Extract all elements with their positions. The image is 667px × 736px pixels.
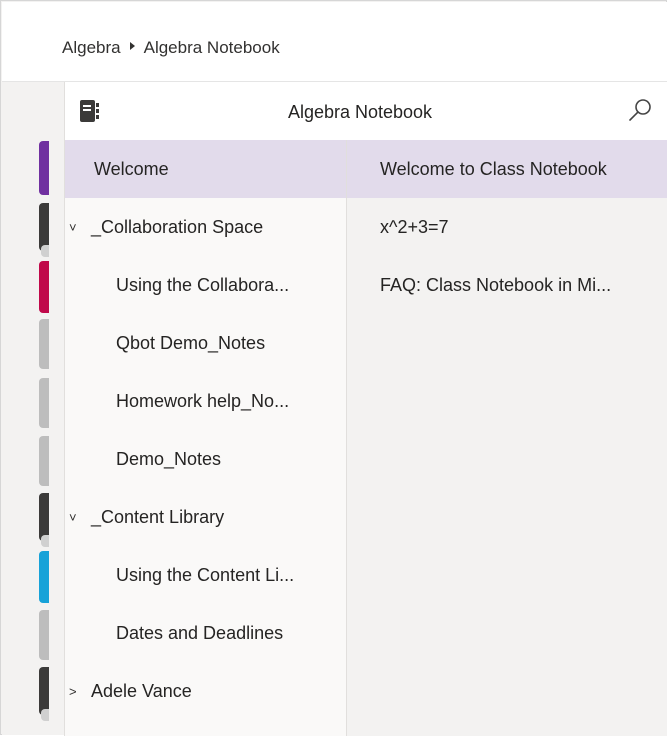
section-list: Welcome ˅ _Collaboration Space Using the…	[65, 140, 347, 736]
chevron-down-icon[interactable]: ˅	[69, 510, 83, 525]
page-item-welcome-to-class-notebook[interactable]: Welcome to Class Notebook	[347, 140, 667, 198]
using-content-library-tab	[39, 551, 49, 603]
breadcrumb-separator-icon	[129, 42, 135, 50]
section-item-demo-notes[interactable]: Demo_Notes	[65, 430, 346, 488]
collaboration-group-tab	[39, 203, 49, 251]
section-item-homework-help[interactable]: Homework help_No...	[65, 372, 346, 430]
page-list: Welcome to Class Notebook x^2+3=7 FAQ: C…	[347, 140, 667, 736]
section-group-content-library[interactable]: ˅ _Content Library	[65, 488, 346, 546]
section-label: Homework help_No...	[116, 390, 290, 411]
collaboration-group-tab-shadow	[41, 245, 49, 257]
section-group-label: _Content Library	[91, 506, 225, 527]
adele-vance-group-tab-shadow	[41, 709, 49, 721]
section-label: Welcome	[94, 158, 169, 179]
section-group-label: _Collaboration Space	[91, 216, 264, 237]
section-group-adele-vance[interactable]: > Adele Vance	[65, 662, 346, 720]
section-item-dates-and-deadlines[interactable]: Dates and Deadlines	[65, 604, 346, 662]
section-label: Qbot Demo_Notes	[116, 332, 266, 353]
section-label: Using the Collabora...	[116, 274, 290, 295]
page-item-equation[interactable]: x^2+3=7	[347, 198, 667, 256]
notebook-header: Algebra Notebook	[65, 82, 667, 140]
homework-help-tab	[39, 378, 49, 428]
content-library-group-tab	[39, 493, 49, 541]
notebook-title: Algebra Notebook	[287, 102, 433, 122]
chevron-down-icon[interactable]: ˅	[69, 220, 83, 235]
page-item-faq[interactable]: FAQ: Class Notebook in Mi...	[347, 256, 667, 314]
section-item-welcome[interactable]: Welcome	[65, 140, 346, 198]
notebook-panel: Algebra Notebook Welcome ˅ _Collaboratio…	[64, 82, 667, 736]
section-label: Dates and Deadlines	[116, 622, 284, 643]
section-label: Using the Content Li...	[116, 564, 295, 585]
qbot-demo-tab	[39, 319, 49, 369]
content-library-group-tab-shadow	[41, 535, 49, 547]
using-collaboration-tab	[39, 261, 49, 313]
page-label: FAQ: Class Notebook in Mi...	[380, 274, 612, 295]
page-label: Welcome to Class Notebook	[380, 158, 607, 179]
section-item-using-collaboration[interactable]: Using the Collabora...	[65, 256, 346, 314]
section-tab-strip	[2, 82, 64, 735]
section-group-collaboration-space[interactable]: ˅ _Collaboration Space	[65, 198, 346, 256]
demo-notes-tab	[39, 436, 49, 486]
breadcrumb: Algebra Algebra Notebook	[62, 38, 280, 58]
top-bar: Algebra Algebra Notebook	[2, 2, 667, 82]
section-item-using-content-library[interactable]: Using the Content Li...	[65, 546, 346, 604]
breadcrumb-parent[interactable]: Algebra	[62, 38, 121, 58]
section-label: Demo_Notes	[116, 448, 222, 469]
welcome-section-tab	[39, 141, 49, 195]
search-icon[interactable]	[627, 97, 653, 123]
dates-deadlines-tab	[39, 610, 49, 660]
section-item-qbot-demo-notes[interactable]: Qbot Demo_Notes	[65, 314, 346, 372]
chevron-right-icon[interactable]: >	[69, 684, 83, 699]
section-group-label: Adele Vance	[91, 680, 192, 701]
app-window: Algebra Algebra Notebook Algebra Noteboo…	[0, 0, 667, 736]
adele-vance-group-tab	[39, 667, 49, 715]
breadcrumb-current[interactable]: Algebra Notebook	[144, 38, 280, 58]
page-label: x^2+3=7	[380, 216, 449, 237]
